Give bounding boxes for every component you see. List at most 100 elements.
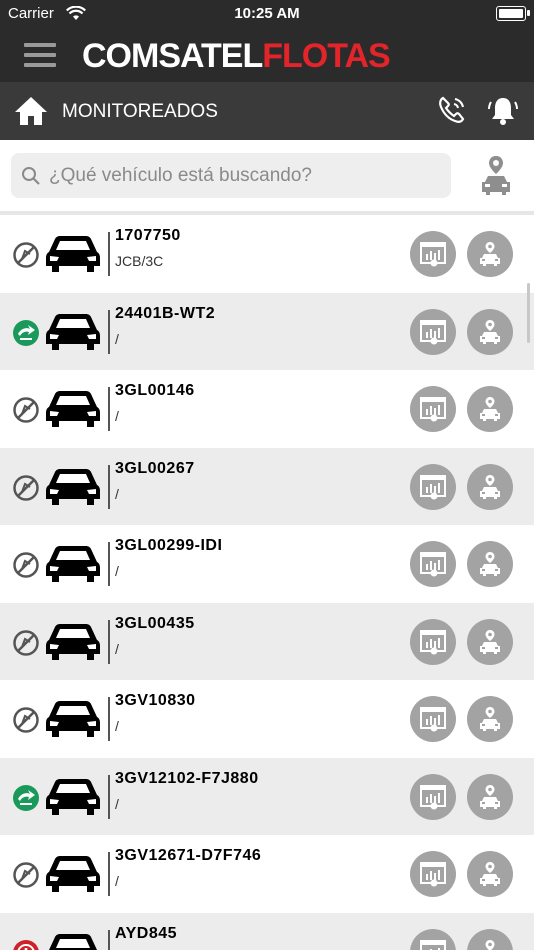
vehicle-plate: 3GL00299-IDI (115, 537, 223, 554)
separator (108, 852, 110, 896)
locate-vehicle-button[interactable] (467, 618, 513, 665)
report-icon (420, 552, 446, 577)
report-icon (420, 474, 446, 499)
ignition-off-icon (12, 551, 40, 584)
menu-icon[interactable] (24, 43, 56, 67)
vehicle-plate: 3GL00267 (115, 459, 195, 477)
vehicle-plate: 3GL00435 (115, 614, 195, 632)
vehicle-subtitle: JCB/3C (115, 253, 164, 269)
car-location-icon (480, 629, 500, 654)
separator (108, 619, 110, 664)
locate-vehicle-button[interactable] (467, 851, 513, 897)
vehicle-subtitle: / (115, 563, 119, 579)
car-icon (45, 855, 101, 898)
phone-call-icon[interactable] (436, 94, 468, 131)
car-location-icon (480, 707, 500, 731)
car-location-icon (480, 397, 500, 421)
report-icon (420, 629, 446, 654)
report-icon (420, 939, 446, 950)
report-icon (420, 319, 446, 344)
car-icon (45, 933, 101, 950)
locate-vehicle-button[interactable] (467, 696, 513, 742)
vehicle-subtitle: / (115, 330, 119, 347)
report-icon (420, 784, 446, 809)
car-icon (45, 623, 101, 666)
list-item[interactable]: 3GL00267 / (0, 447, 534, 525)
report-button[interactable] (410, 928, 456, 950)
locate-vehicle-button[interactable] (467, 928, 513, 950)
car-location-icon (480, 242, 500, 266)
ignition-off-icon (12, 861, 40, 894)
car-location-icon (485, 939, 495, 950)
vehicle-subtitle: / (115, 485, 119, 502)
locate-vehicle-button[interactable] (467, 541, 513, 587)
separator (108, 464, 110, 509)
list-item[interactable]: 3GL00146 / (0, 370, 534, 448)
report-icon (420, 397, 446, 422)
list-item[interactable]: 3GV12102-F7J880 / (0, 757, 534, 835)
report-button[interactable] (410, 696, 456, 742)
report-button[interactable] (410, 851, 456, 897)
alert-icon (12, 939, 40, 950)
search-input[interactable] (47, 159, 446, 193)
car-icon (45, 313, 101, 356)
report-button[interactable] (410, 773, 456, 820)
locate-vehicle-button[interactable] (467, 773, 513, 820)
locate-vehicle-button[interactable] (467, 463, 513, 510)
scrollbar[interactable] (527, 283, 530, 343)
section-bar: MONITOREADOS (0, 82, 534, 140)
home-icon[interactable] (14, 95, 48, 132)
report-button[interactable] (410, 463, 456, 510)
vehicle-subtitle: / (115, 718, 119, 734)
search-box (11, 153, 451, 198)
alarm-bell-icon[interactable] (486, 94, 520, 133)
vehicle-list: 1707750 JCB/3C 24401B-WT2 / 3GL00146 / 3… (0, 215, 534, 950)
list-item[interactable]: 24401B-WT2 / (0, 292, 534, 370)
report-button[interactable] (410, 618, 456, 665)
ignition-off-icon (12, 396, 40, 429)
car-location-icon (480, 474, 500, 499)
separator (108, 697, 110, 741)
search-icon (21, 166, 41, 191)
car-icon (45, 700, 101, 743)
ignition-off-icon (12, 706, 40, 739)
vehicle-plate: 3GL00146 (115, 382, 195, 399)
separator (108, 542, 110, 586)
search-area (0, 140, 534, 212)
report-button[interactable] (410, 308, 456, 355)
report-button[interactable] (410, 386, 456, 432)
list-item[interactable]: 3GV10830 / (0, 680, 534, 758)
vehicle-subtitle: / (115, 795, 119, 812)
car-icon (45, 468, 101, 511)
clock: 10:25 AM (234, 5, 300, 22)
list-item[interactable]: AYD845 (0, 912, 534, 950)
app-header: COMSATELFLOTAS (0, 28, 534, 82)
ignition-off-icon (12, 629, 40, 662)
car-location-icon (480, 319, 500, 344)
vehicle-location-icon[interactable] (476, 154, 516, 201)
vehicle-plate: 3GV12102-F7J880 (115, 769, 259, 787)
car-icon (45, 778, 101, 821)
vehicle-subtitle: / (115, 873, 119, 889)
ignition-off-icon (12, 474, 40, 507)
list-item[interactable]: 3GV12671-D7F746 / (0, 835, 534, 913)
locate-vehicle-button[interactable] (467, 231, 513, 277)
list-item[interactable]: 3GL00299-IDI / (0, 525, 534, 603)
separator (108, 929, 110, 950)
vehicle-plate: 24401B-WT2 (115, 304, 216, 322)
app-logo: COMSATELFLOTAS (82, 37, 391, 75)
battery-icon (496, 6, 530, 21)
car-icon (45, 390, 101, 433)
car-location-icon (480, 552, 500, 576)
report-button[interactable] (410, 541, 456, 587)
locate-vehicle-button[interactable] (467, 386, 513, 432)
vehicle-plate: 3GV10830 (115, 692, 196, 709)
car-location-icon (480, 862, 500, 886)
car-icon (45, 545, 101, 588)
report-icon (420, 862, 446, 887)
list-item[interactable]: 1707750 JCB/3C (0, 215, 534, 293)
list-item[interactable]: 3GL00435 / (0, 602, 534, 680)
report-button[interactable] (410, 231, 456, 277)
vehicle-plate: 3GV12671-D7F746 (115, 847, 262, 864)
locate-vehicle-button[interactable] (467, 308, 513, 355)
